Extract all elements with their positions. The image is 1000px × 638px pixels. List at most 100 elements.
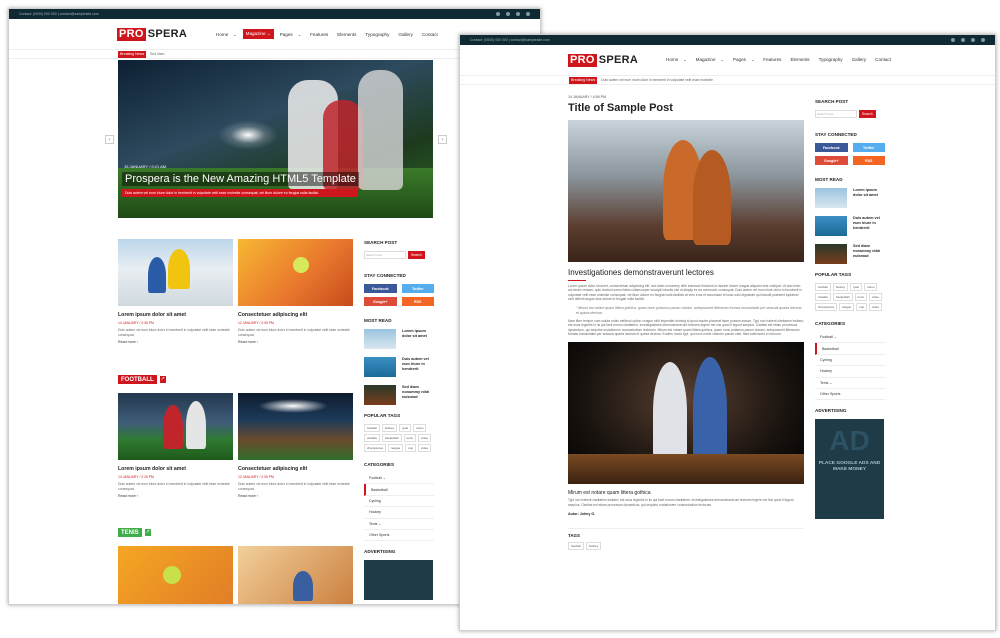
tag[interactable]: mano: [412, 424, 427, 432]
read-more-link[interactable]: Read more ›: [238, 494, 353, 498]
article-image[interactable]: [238, 393, 353, 460]
category-item[interactable]: Other Sports: [364, 530, 434, 542]
read-more-link[interactable]: Read more ›: [118, 340, 233, 344]
section-tenis[interactable]: TENIS ↗: [118, 528, 152, 537]
breaking-text[interactable]: Duis autem vel eum iriure dolor in hendr…: [601, 78, 713, 82]
article-title[interactable]: Consectetuer adipiscing elit: [238, 312, 353, 318]
twitter-icon[interactable]: [961, 38, 965, 42]
section-football[interactable]: FOOTBALL ↗: [118, 375, 167, 384]
nav-contact[interactable]: Contact: [872, 55, 894, 64]
nav-magazine[interactable]: Magazine ⌄: [242, 29, 274, 39]
most-read-item[interactable]: Lorem ipsum dolor sit amet: [815, 188, 885, 208]
article-card[interactable]: Consectetuer adipiscing elit 12 JANUARY …: [238, 239, 353, 344]
tag[interactable]: video: [868, 293, 883, 301]
tag[interactable]: championes: [815, 303, 838, 311]
read-more-link[interactable]: Read more ›: [238, 340, 353, 344]
category-item[interactable]: Basketball: [815, 343, 885, 355]
nav-home[interactable]: Home: [213, 30, 231, 39]
twitter-button[interactable]: Twitter: [852, 143, 885, 152]
tag[interactable]: league: [839, 303, 855, 311]
article-title[interactable]: Lorem ipsum dolor sit amet: [118, 466, 233, 472]
tag[interactable]: video: [869, 303, 883, 311]
googleplus-button[interactable]: Google+: [815, 156, 848, 165]
tag[interactable]: tenis: [403, 434, 416, 442]
nav-home[interactable]: Home: [663, 55, 681, 64]
nav-elements[interactable]: Elements: [787, 55, 812, 64]
nav-pages[interactable]: Pages: [730, 55, 749, 64]
most-read-item[interactable]: Sed diam nonummy nibh euismod: [815, 244, 885, 264]
nav-pages[interactable]: Pages: [277, 30, 296, 39]
tag[interactable]: basketball: [833, 293, 853, 301]
tag[interactable]: hockey: [585, 541, 602, 550]
category-item[interactable]: Tenis ⌄: [815, 378, 885, 389]
category-item[interactable]: Cycling: [815, 355, 885, 367]
hero-title[interactable]: Prospera is the New Amazing HTML5 Templa…: [122, 172, 359, 186]
breaking-text[interactable]: Sed diam: [150, 52, 164, 56]
tag[interactable]: ciclable: [364, 434, 381, 442]
tag[interactable]: cup: [405, 444, 417, 452]
tag[interactable]: video: [417, 434, 432, 442]
tag[interactable]: basketball: [382, 434, 402, 442]
tag[interactable]: football: [568, 541, 584, 550]
article-title[interactable]: Lorem ipsum dolor sit amet: [118, 312, 233, 318]
read-more-link[interactable]: Read more ›: [118, 494, 233, 498]
most-read-item[interactable]: Sed diam nonummy nibh euismod: [364, 385, 434, 405]
googleplus-icon[interactable]: [971, 38, 975, 42]
category-item[interactable]: Hockey: [364, 507, 434, 519]
most-read-item[interactable]: Duis autem vel eum iriure in hendrerit: [364, 357, 434, 377]
tag[interactable]: ciclable: [815, 293, 832, 301]
post-image[interactable]: [568, 120, 804, 262]
nav-contact[interactable]: Contact: [419, 30, 441, 39]
external-link-icon[interactable]: ↗: [158, 375, 167, 384]
post-image[interactable]: [568, 342, 804, 485]
tag[interactable]: hockey: [832, 283, 849, 291]
most-read-item[interactable]: Duis autem vel eum iriure in hendrerit: [815, 216, 885, 236]
ad-banner[interactable]: [364, 560, 433, 601]
nav-elements[interactable]: Elements: [334, 30, 359, 39]
tag[interactable]: football: [364, 424, 380, 432]
googleplus-icon[interactable]: [516, 12, 520, 16]
facebook-icon[interactable]: [496, 12, 500, 16]
category-item[interactable]: Hockey: [815, 366, 885, 378]
external-link-icon[interactable]: ↗: [143, 528, 152, 537]
tag[interactable]: video: [418, 444, 432, 452]
tag[interactable]: goal: [850, 283, 862, 291]
article-card[interactable]: [118, 546, 233, 604]
nav-features[interactable]: Features: [307, 30, 331, 39]
article-image[interactable]: [118, 546, 233, 604]
nav-gallery[interactable]: Gallery: [849, 55, 870, 64]
slider-next-button[interactable]: ›: [438, 135, 447, 144]
nav-typography[interactable]: Typography: [362, 30, 392, 39]
search-input[interactable]: Search here: [815, 110, 857, 118]
facebook-button[interactable]: Facebook: [364, 284, 397, 293]
nav-magazine[interactable]: Magazine: [693, 55, 719, 64]
rss-button[interactable]: RSS: [852, 156, 885, 165]
ad-banner[interactable]: AD PLACE GOOGLE ADS AND MAKE MONEY: [815, 419, 884, 520]
category-item[interactable]: Cycling: [364, 496, 434, 508]
rss-icon[interactable]: [526, 12, 530, 16]
logo[interactable]: PRO SPERA: [568, 53, 638, 67]
category-item[interactable]: Football ⌄: [364, 473, 434, 485]
facebook-button[interactable]: Facebook: [815, 143, 848, 152]
article-title[interactable]: Consectetuer adipiscing elit: [238, 466, 353, 472]
article-card[interactable]: Consectetuer adipiscing elit 12 JANUARY …: [238, 393, 353, 498]
tag[interactable]: league: [388, 444, 404, 452]
facebook-icon[interactable]: [951, 38, 955, 42]
article-image[interactable]: [118, 239, 233, 306]
tag[interactable]: tenis: [854, 293, 867, 301]
tag[interactable]: championes: [364, 444, 387, 452]
tag[interactable]: cup: [856, 303, 868, 311]
googleplus-button[interactable]: Google+: [364, 297, 397, 306]
rss-icon[interactable]: [981, 38, 985, 42]
nav-features[interactable]: Features: [760, 55, 784, 64]
tag[interactable]: hockey: [381, 424, 398, 432]
category-item[interactable]: Basketball: [364, 484, 434, 496]
tag[interactable]: mano: [863, 283, 878, 291]
hero-slider[interactable]: 15 JANUARY / 9:21 AM Prospera is the New…: [118, 60, 433, 218]
search-button[interactable]: Search: [408, 251, 425, 259]
tag[interactable]: football: [815, 283, 831, 291]
article-card[interactable]: [238, 546, 353, 604]
category-item[interactable]: Other Sports: [815, 389, 885, 401]
nav-typography[interactable]: Typography: [816, 55, 846, 64]
search-button[interactable]: Search: [859, 110, 876, 118]
